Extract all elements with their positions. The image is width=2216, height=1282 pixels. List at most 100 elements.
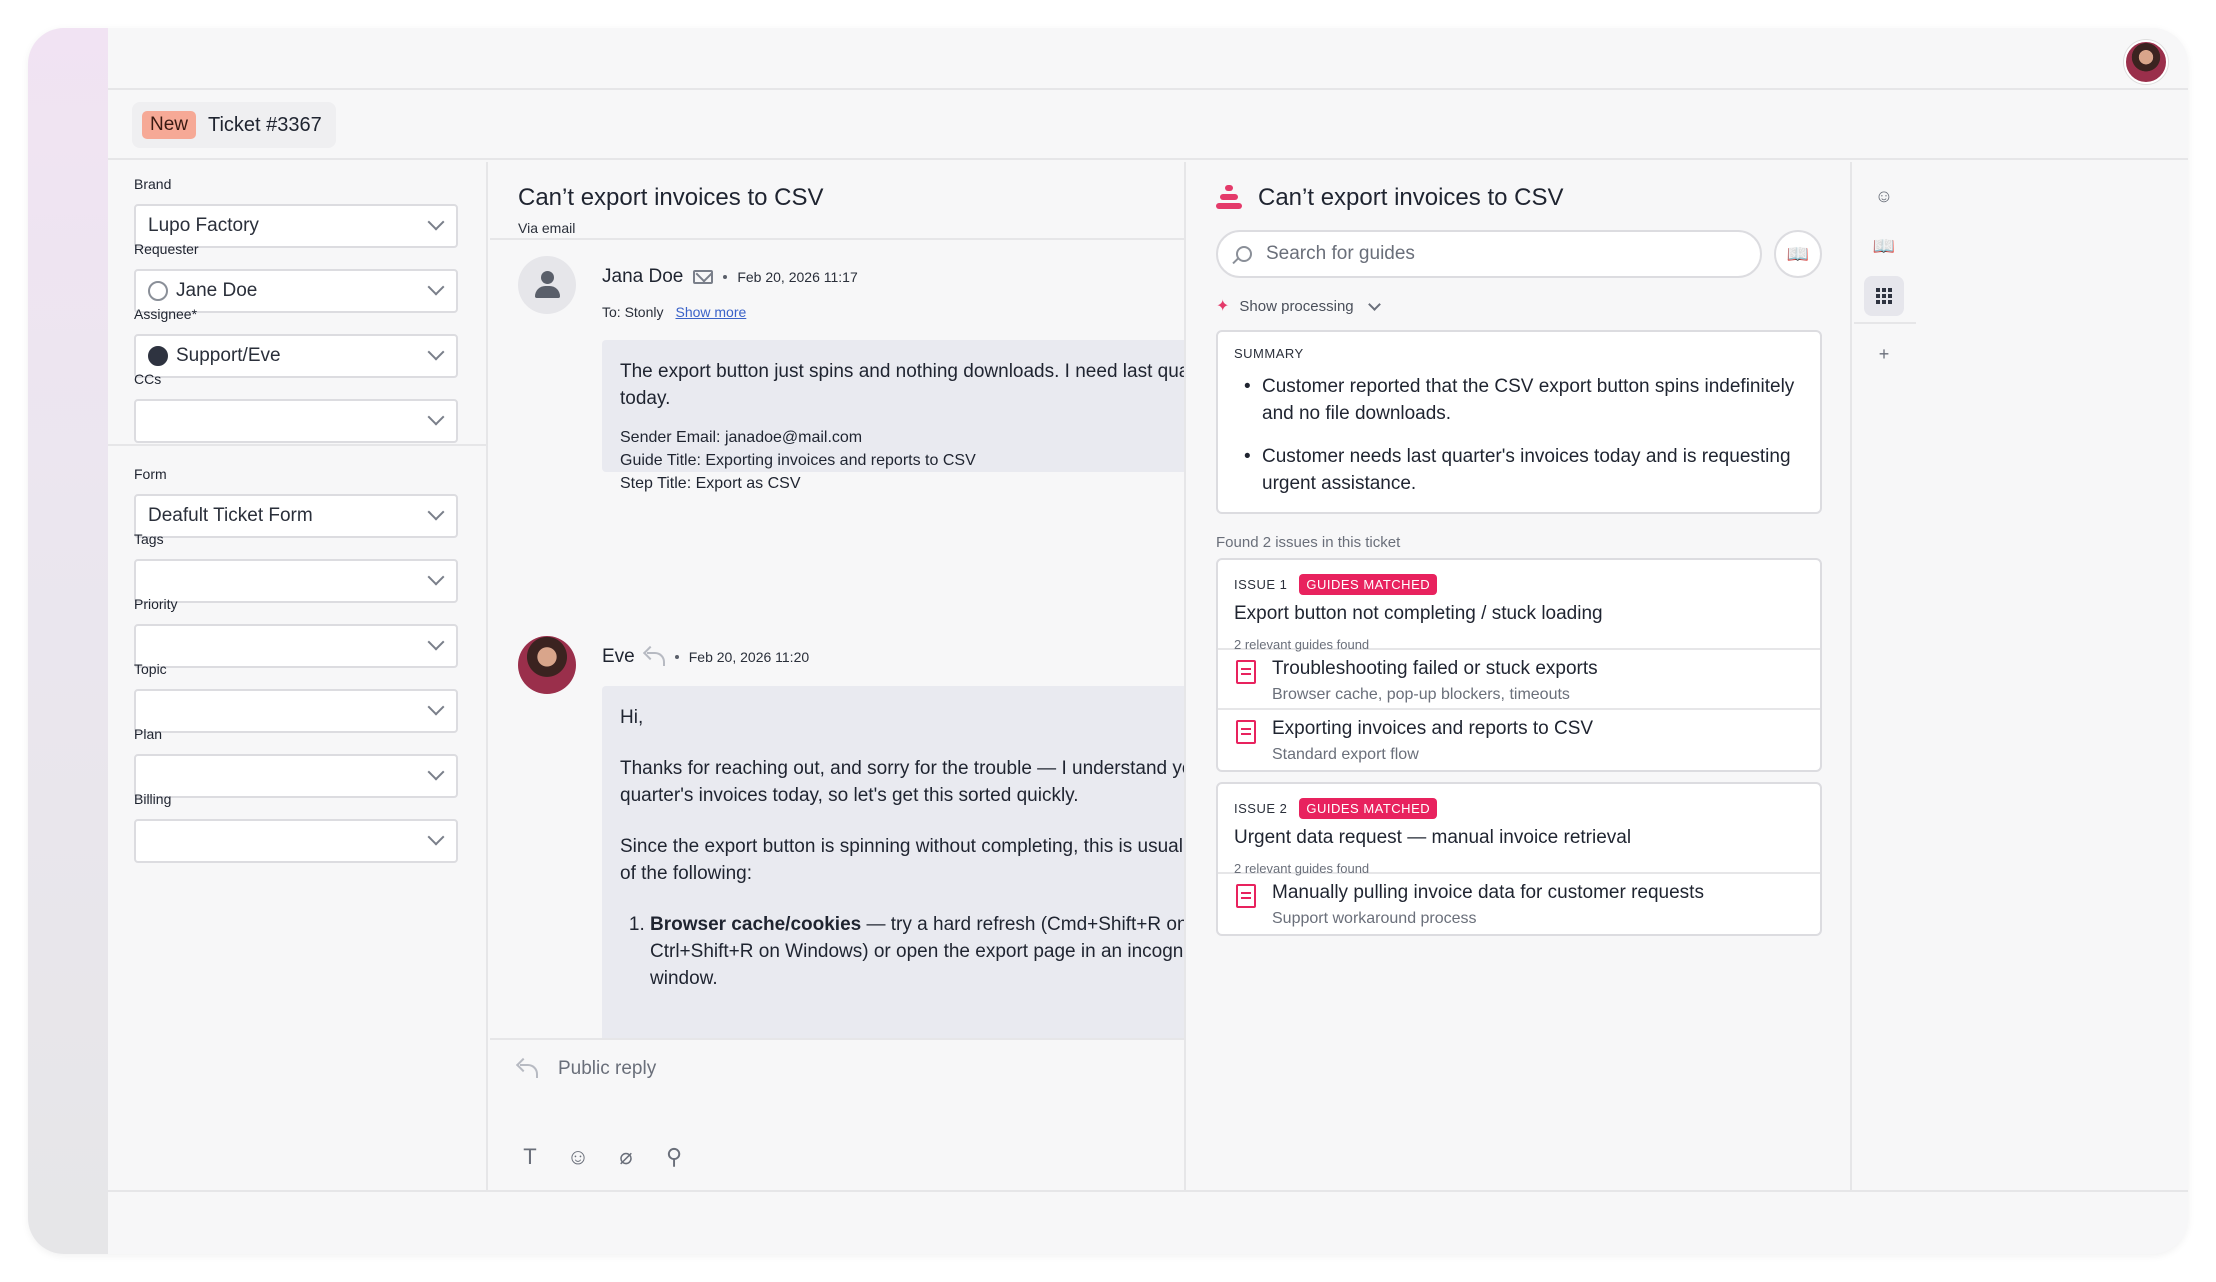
ticket-tab-title: Ticket #3367 <box>208 113 322 136</box>
message-meta: Eve Feb 20, 2026 11:20 <box>602 646 809 668</box>
guide-search-input[interactable]: Search for guides <box>1216 230 1762 278</box>
emoji-icon[interactable]: ☺ <box>566 1144 590 1170</box>
assistant-title: Can’t export invoices to CSV <box>1258 184 1564 211</box>
message-detail: Sender Email: janadoe@mail.com <box>620 429 863 446</box>
chevron-down-icon <box>427 278 445 296</box>
ticket-properties-panel: Brand Lupo Factory Requester Jane Doe As… <box>108 162 488 1190</box>
sparkle-icon: ✦ <box>1216 298 1230 315</box>
person-filled-icon <box>148 346 168 366</box>
guide-item[interactable]: Manually pulling invoice data for custom… <box>1218 874 1820 934</box>
link-icon[interactable]: ⚲ <box>662 1144 686 1170</box>
billing-select[interactable] <box>134 819 458 863</box>
assignee-value: Support/Eve <box>176 345 281 366</box>
reply-composer[interactable]: Public reply T ☺ ⌀ ⚲ <box>490 1038 1184 1190</box>
user-avatar[interactable] <box>2124 40 2168 84</box>
chevron-down-icon <box>427 343 445 361</box>
chevron-down-icon <box>427 408 445 426</box>
issue-label: ISSUE 1 <box>1234 577 1288 592</box>
text-format-icon[interactable]: T <box>518 1144 542 1170</box>
guide-item[interactable]: Exporting invoices and reports to CSV St… <box>1218 710 1820 770</box>
chevron-down-icon <box>427 503 445 521</box>
issue-title: Urgent data request — manual invoice ret… <box>1234 827 1632 848</box>
summary-label: SUMMARY <box>1234 346 1304 361</box>
issue-header: ISSUE 2 GUIDES MATCHED Urgent data reque… <box>1218 784 1820 876</box>
person-icon <box>148 281 168 301</box>
billing-field: Billing <box>134 791 458 863</box>
guides-library-button[interactable]: 📖 <box>1774 230 1822 278</box>
message-paragraph: Thanks for reaching out, and sorry for t… <box>620 758 1184 806</box>
message-agent: Eve Feb 20, 2026 11:20 Hi, Thanks for re… <box>518 636 1184 1046</box>
message-bubble: Hi, Thanks for reaching out, and sorry f… <box>602 686 1184 1046</box>
ticket-tab[interactable]: New Ticket #3367 <box>132 102 336 148</box>
requester-value: Jane Doe <box>176 280 258 301</box>
requester-field: Requester Jane Doe <box>134 241 458 313</box>
chevron-down-icon <box>427 568 445 586</box>
customer-avatar <box>518 256 576 314</box>
conversation-channel: Via email <box>518 220 576 236</box>
issues-found-text: Found 2 issues in this ticket <box>1216 534 1401 551</box>
message-meta: Jana Doe Feb 20, 2026 11:17 <box>602 266 858 288</box>
summary-point: Customer needs last quarter's invoices t… <box>1234 443 1804 497</box>
public-reply-label[interactable]: Public reply <box>558 1058 656 1080</box>
guide-title: Manually pulling invoice data for custom… <box>1272 882 1704 903</box>
guide-title: Exporting invoices and reports to CSV <box>1272 718 1594 739</box>
priority-label: Priority <box>134 596 178 612</box>
recipients-label: To: Stonly <box>602 304 664 320</box>
user-profile-icon[interactable]: ☺ <box>1864 176 1904 216</box>
requester-label: Requester <box>134 241 199 257</box>
summary-card: SUMMARY Customer reported that the CSV e… <box>1216 330 1822 514</box>
section-divider <box>108 444 486 446</box>
billing-label: Billing <box>134 791 172 807</box>
topic-field: Topic <box>134 661 458 733</box>
status-badge: New <box>142 111 197 139</box>
add-icon[interactable]: + <box>1864 334 1904 374</box>
message-recipients: To: Stonly Show more <box>602 304 746 320</box>
chevron-down-icon <box>1367 297 1381 311</box>
attachment-icon[interactable]: ⌀ <box>614 1144 638 1170</box>
plan-label: Plan <box>134 726 163 742</box>
separator-dot <box>723 275 728 279</box>
message-paragraph: Since the export button is spinning with… <box>620 836 1184 884</box>
ccs-select[interactable] <box>134 399 458 443</box>
show-more-link[interactable]: Show more <box>675 304 746 320</box>
top-bar <box>108 28 2188 90</box>
apps-grid-icon[interactable] <box>1864 276 1904 316</box>
ccs-field: CCs <box>134 371 458 443</box>
issue-title: Export button not completing / stuck loa… <box>1234 603 1603 624</box>
conversation-panel: Can’t export invoices to CSV Via email J… <box>490 162 1186 1190</box>
guide-item[interactable]: Troubleshooting failed or stuck exports … <box>1218 650 1820 710</box>
message-detail: Guide Title: Exporting invoices and repo… <box>620 452 976 469</box>
guide-subtitle: Standard export flow <box>1272 746 1419 763</box>
assistant-header: Can’t export invoices to CSV <box>1216 184 1563 212</box>
bottom-bar <box>108 1190 2188 1254</box>
side-rail <box>28 28 108 1254</box>
message-body: The export button just spins and nothing… <box>620 361 1184 409</box>
chevron-down-icon <box>427 633 445 651</box>
stack-icon <box>1216 185 1242 211</box>
reply-icon <box>518 1062 538 1078</box>
document-icon <box>1236 884 1256 908</box>
separator-dot <box>674 655 679 659</box>
issue-tag-row: ISSUE 2 GUIDES MATCHED <box>1234 798 1804 819</box>
conversation-title: Can’t export invoices to CSV <box>518 184 824 211</box>
guides-assistant-panel: Can’t export invoices to CSV Search for … <box>1188 162 1852 1190</box>
tags-field: Tags <box>134 531 458 603</box>
issue-header: ISSUE 1 GUIDES MATCHED Export button not… <box>1218 560 1820 652</box>
message-list: Browser cache/cookies — try a hard refre… <box>650 911 1184 992</box>
summary-list: Customer reported that the CSV export bu… <box>1234 373 1804 497</box>
message-author: Jana Doe <box>602 266 684 287</box>
knowledge-base-icon[interactable]: 📖 <box>1864 226 1904 266</box>
issue-card: ISSUE 1 GUIDES MATCHED Export button not… <box>1216 558 1822 772</box>
message-detail: Step Title: Export as CSV <box>620 475 801 492</box>
plan-field: Plan <box>134 726 458 798</box>
message-date: Feb 20, 2026 11:20 <box>688 649 810 665</box>
chevron-down-icon <box>427 698 445 716</box>
form-label: Form <box>134 466 167 482</box>
summary-point: Customer reported that the CSV export bu… <box>1234 373 1804 427</box>
reply-icon <box>645 650 665 666</box>
message-bubble: The export button just spins and nothing… <box>602 340 1184 492</box>
app-window: New Ticket #3367 Brand Lupo Factory Requ… <box>108 28 2188 1254</box>
topic-label: Topic <box>134 661 167 677</box>
show-processing-toggle[interactable]: ✦ Show processing <box>1216 296 1381 316</box>
form-value: Deafult Ticket Form <box>148 505 313 526</box>
